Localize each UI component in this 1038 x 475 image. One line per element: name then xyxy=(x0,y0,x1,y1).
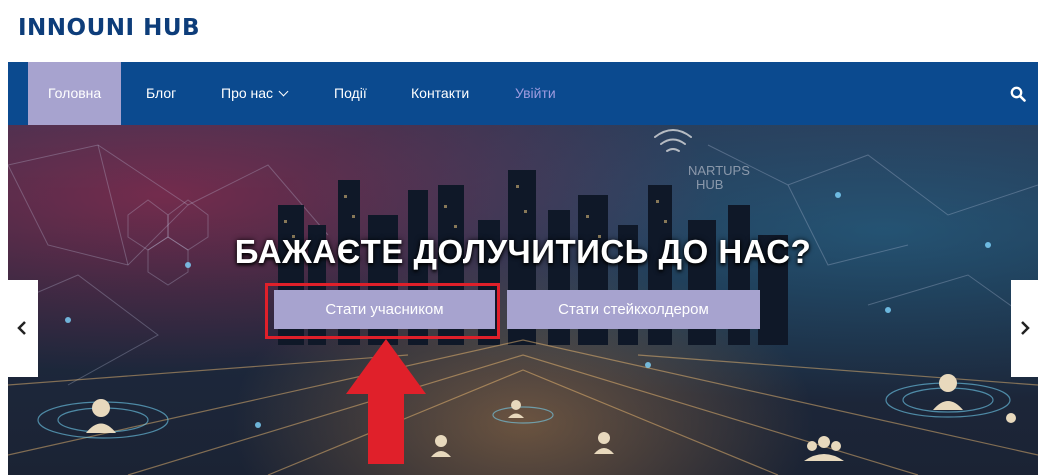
chevron-left-icon xyxy=(17,321,26,335)
nav-item-home[interactable]: Головна xyxy=(28,62,122,125)
slider-next-button[interactable] xyxy=(1011,280,1038,377)
slider-prev-button[interactable] xyxy=(8,280,38,377)
nav-item-contacts[interactable]: Контакти xyxy=(411,62,469,125)
svg-text:NARTUPS: NARTUPS xyxy=(688,163,750,178)
nav-item-login[interactable]: Увійти xyxy=(515,62,556,125)
nav-item-blog[interactable]: Блог xyxy=(146,62,176,125)
svg-text:HUB: HUB xyxy=(696,177,723,192)
chevron-right-icon xyxy=(1021,321,1030,335)
site-header: INNOUNI HUB xyxy=(8,0,1038,62)
hero-title: БАЖАЄТЕ ДОЛУЧИТИСЬ ДО НАС? xyxy=(234,233,812,270)
nav-item-about[interactable]: Про нас xyxy=(221,62,289,125)
nav-item-about-label: Про нас xyxy=(221,85,274,101)
arrow-up-annotation-icon xyxy=(346,339,426,464)
become-stakeholder-button[interactable]: Стати стейкхолдером xyxy=(507,290,760,329)
page: INNOUNI HUB Головна Блог Про нас Події К… xyxy=(8,0,1038,475)
site-logo[interactable]: INNOUNI HUB xyxy=(18,15,200,41)
chevron-down-icon xyxy=(278,86,289,97)
hero-slider: NARTUPS HUB БАЖАЄТЕ ДОЛУЧИТИСЬ ДО НАС? С… xyxy=(8,125,1038,475)
search-icon[interactable] xyxy=(1010,86,1026,102)
main-nav: Головна Блог Про нас Події Контакти Увій… xyxy=(8,62,1038,125)
highlight-annotation-box xyxy=(265,283,500,339)
nav-item-events[interactable]: Події xyxy=(334,62,367,125)
